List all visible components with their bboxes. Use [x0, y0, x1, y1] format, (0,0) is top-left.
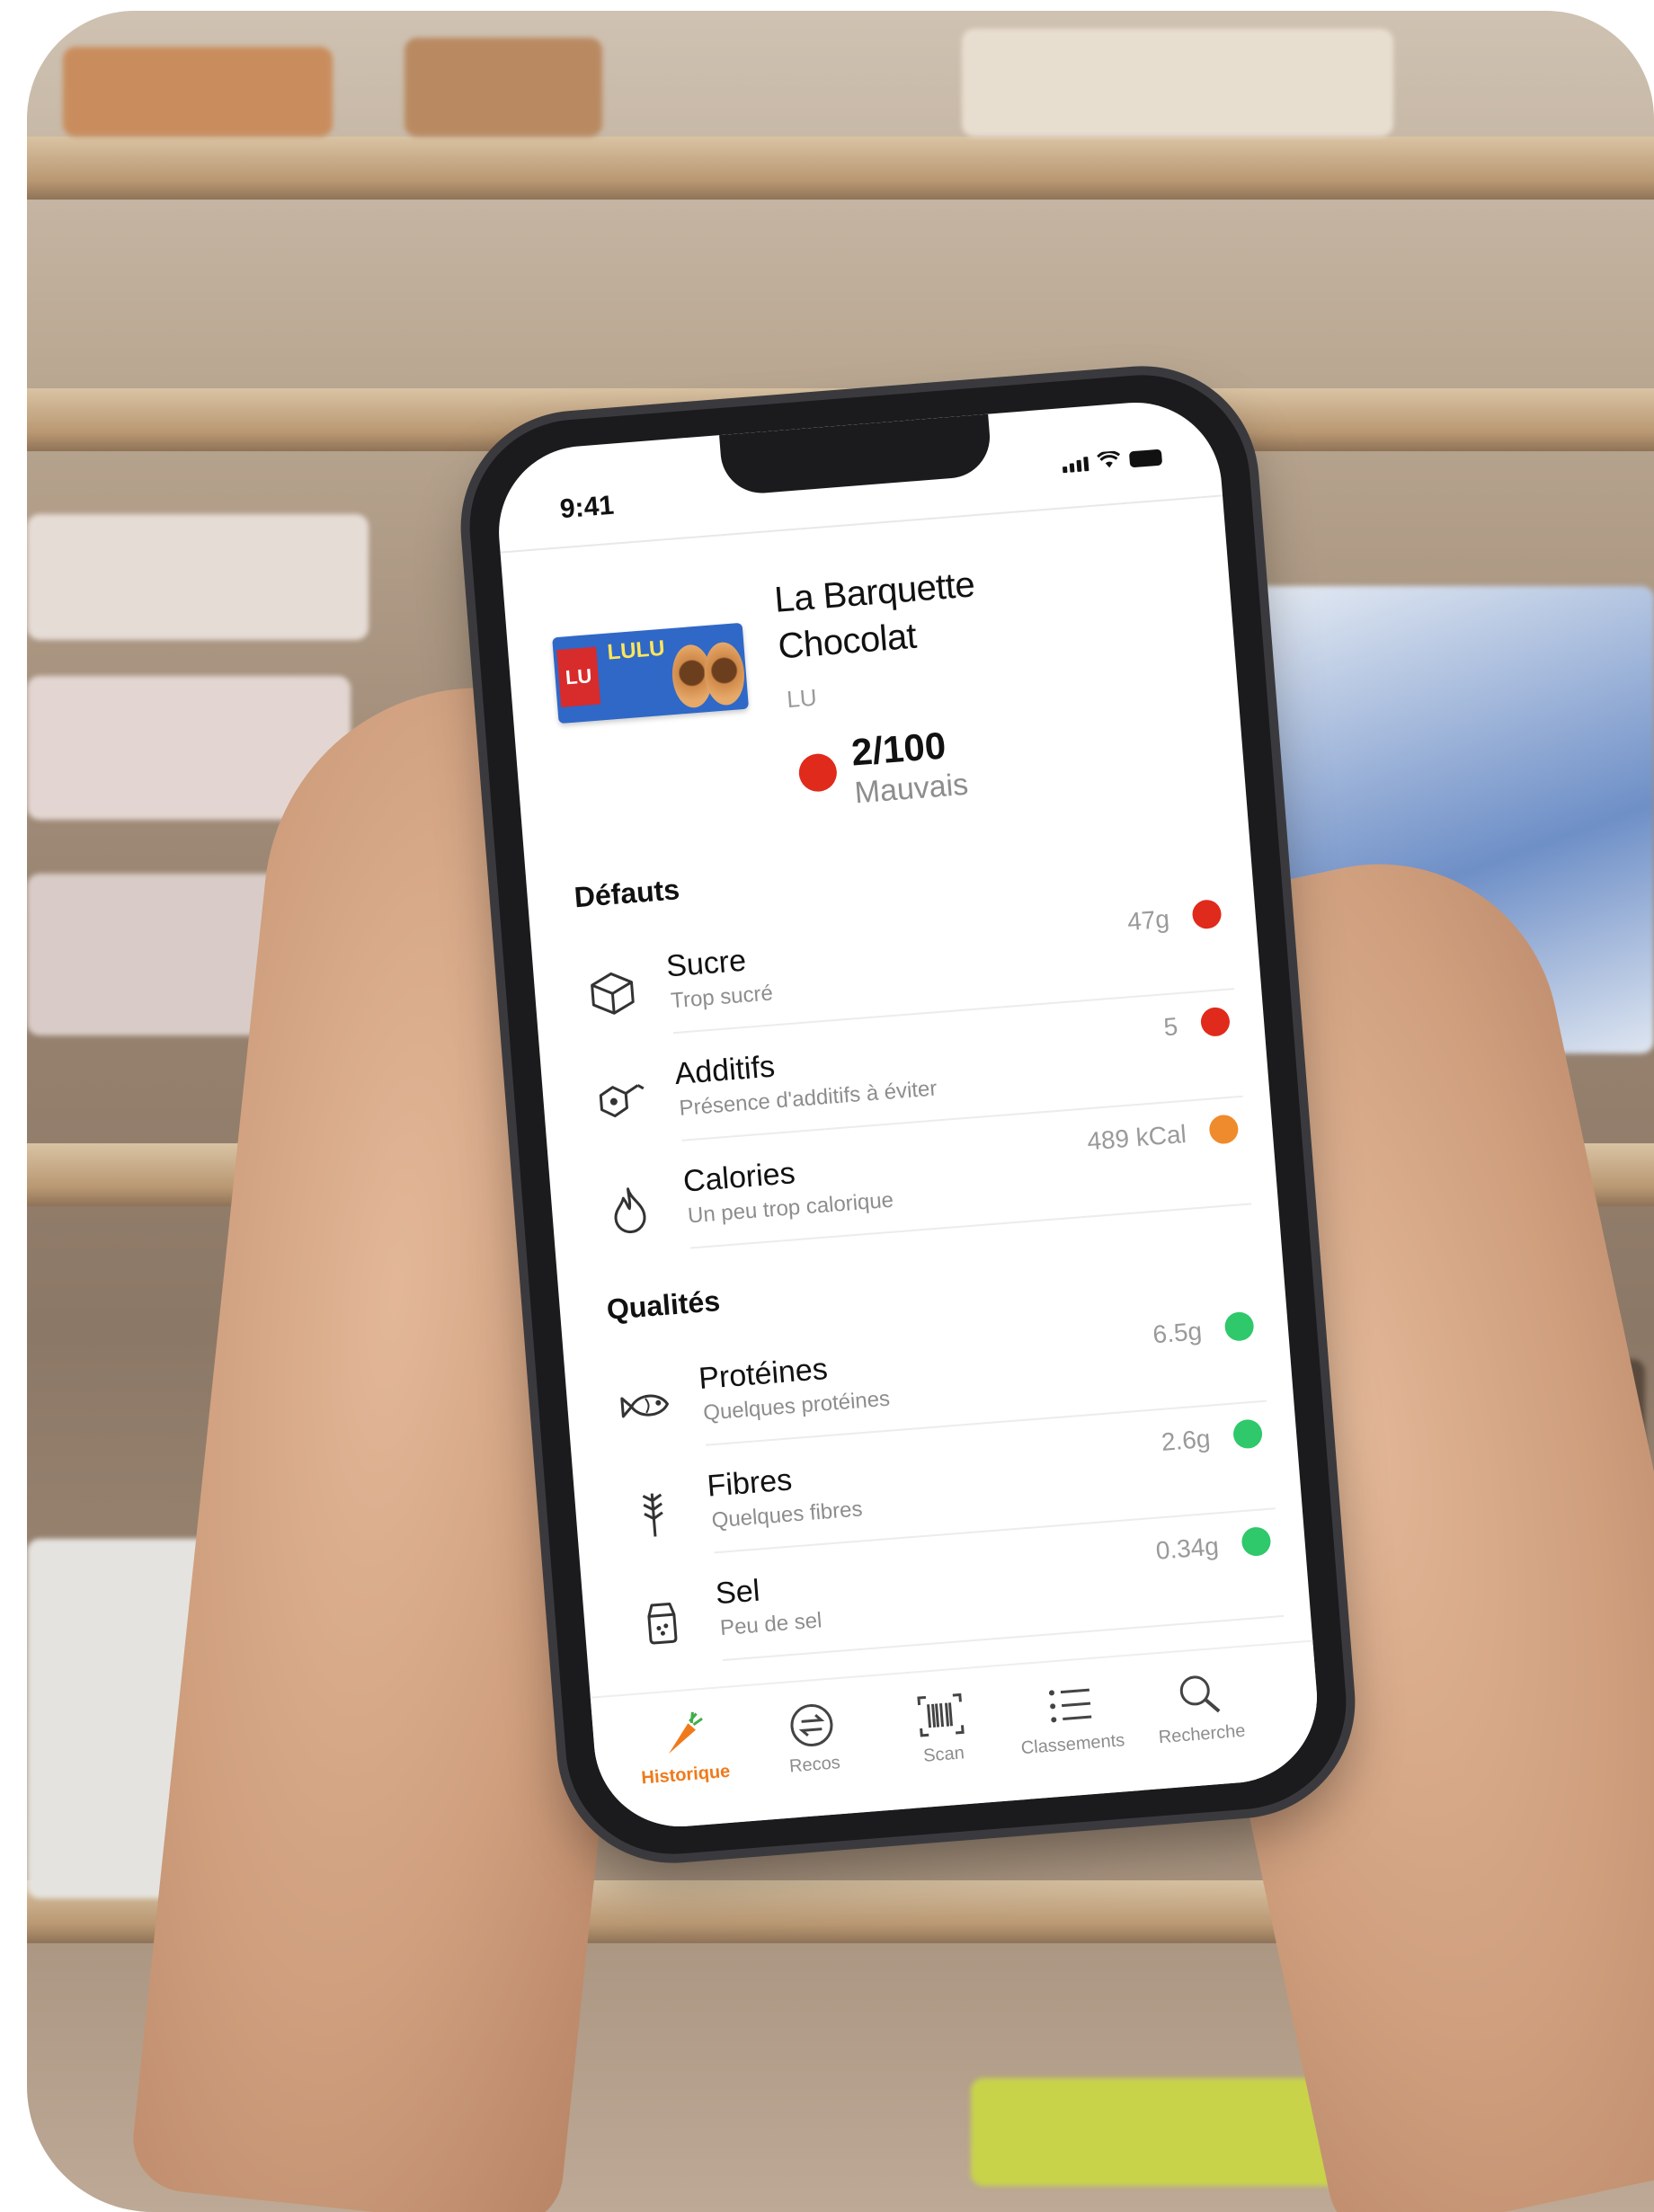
nutrient-name: Sel: [714, 1573, 761, 1612]
status-icons: [1062, 448, 1163, 474]
sugar-cube-icon: [591, 972, 635, 1015]
tab-recherche[interactable]: Recherche: [1139, 1666, 1261, 1750]
wifi-icon: [1097, 450, 1121, 468]
product-name: La Barquette Chocolat: [773, 550, 1121, 670]
tab-label: Historique: [640, 1761, 732, 1789]
status-dot: [1208, 1114, 1240, 1145]
tab-recos[interactable]: Recos: [751, 1696, 874, 1780]
status-dot: [1223, 1310, 1255, 1343]
packaging-text: LULU: [606, 635, 666, 665]
molecule-icon: [599, 1084, 645, 1118]
tab-label: Classements: [1020, 1730, 1126, 1759]
status-dot: [1240, 1525, 1272, 1558]
tab-classements[interactable]: Classements: [1009, 1676, 1132, 1760]
score-label: Mauvais: [853, 767, 970, 811]
nutrient-value: 6.5g: [1152, 1317, 1204, 1349]
product-score: 2/100: [849, 724, 947, 774]
nutrient-detail: Peu de sel: [719, 1608, 823, 1641]
nutrient-value: 0.34g: [1154, 1532, 1220, 1565]
status-dot: [1199, 1006, 1232, 1038]
barcode-icon: [917, 1692, 965, 1737]
biscuit-illustration: [702, 640, 747, 707]
phone: 9:41 LU LULU La Barquette Chocolat LU 2/…: [461, 367, 1355, 1862]
nutrient-value: 5: [1162, 1012, 1179, 1042]
nutrient-name: Calories: [681, 1156, 796, 1199]
tab-label: Scan: [922, 1743, 965, 1766]
score-indicator: [797, 752, 839, 794]
swap-icon: [790, 1703, 833, 1746]
section-title-qualites: Qualités: [605, 1284, 722, 1326]
shelf-product: [63, 47, 333, 137]
carrot-icon: [668, 1711, 703, 1754]
shelf-product: [27, 514, 369, 640]
tab-historique[interactable]: Historique: [623, 1707, 745, 1790]
nutrient-value: 489 kCal: [1086, 1119, 1187, 1156]
nutrient-name: Additifs: [673, 1049, 777, 1092]
nutrient-name: Sucre: [664, 943, 748, 984]
nutrient-name: Fibres: [706, 1462, 794, 1504]
search-icon: [1179, 1675, 1221, 1713]
nutrient-value: 2.6g: [1160, 1424, 1212, 1456]
flame-icon: [614, 1187, 646, 1234]
app-screen: 9:41 LU LULU La Barquette Chocolat LU 2/…: [492, 395, 1324, 1834]
status-time: 9:41: [558, 490, 616, 525]
shelf-product: [962, 29, 1393, 137]
wheat-icon: [642, 1493, 663, 1537]
product-brand: LU: [786, 683, 818, 714]
battery-icon: [1128, 449, 1163, 468]
cellular-signal-icon: [1062, 457, 1089, 474]
nutrient-value: 47g: [1126, 904, 1171, 937]
fish-icon: [620, 1394, 670, 1418]
status-dot: [1232, 1418, 1264, 1450]
tab-label: Recos: [788, 1753, 841, 1777]
list-icon: [1048, 1688, 1092, 1723]
brand-logo: LU: [556, 646, 601, 707]
nutrient-name: Protéines: [697, 1351, 830, 1397]
tab-scan[interactable]: Scan: [881, 1686, 1003, 1770]
section-title-defauts: Défauts: [573, 873, 681, 914]
shelf: [27, 137, 1654, 200]
salt-shaker-icon: [647, 1602, 678, 1645]
shelf-product: [405, 38, 602, 137]
nutrient-detail: Trop sucré: [670, 981, 774, 1014]
tab-label: Recherche: [1158, 1720, 1247, 1748]
status-dot: [1191, 899, 1223, 930]
product-image: LU LULU: [552, 622, 750, 724]
